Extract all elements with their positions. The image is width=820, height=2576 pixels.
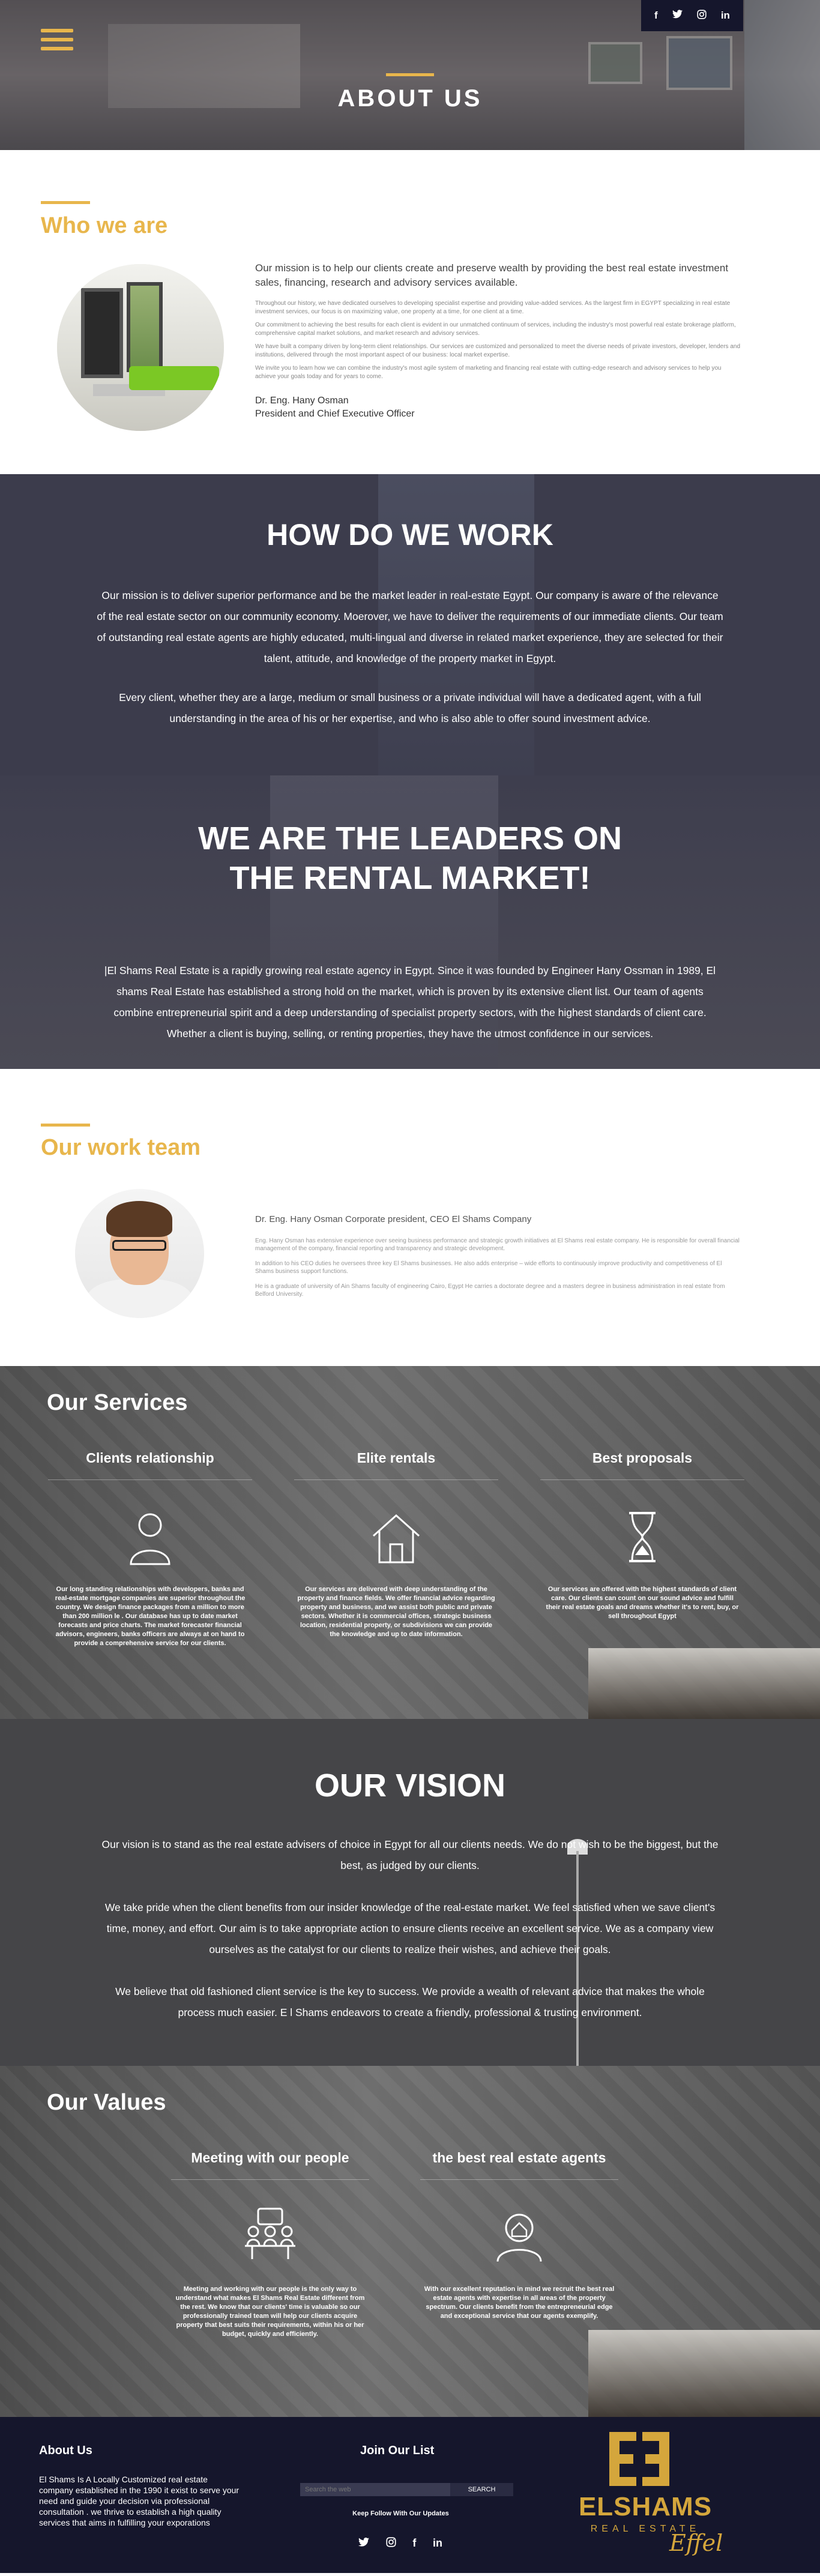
leaders-section: WE ARE THE LEADERS ON THE RENTAL MARKET! … [0,775,820,1069]
instagram-icon[interactable] [386,2537,396,2550]
section-heading: OUR VISION [314,1768,506,1804]
who-we-are-section: Who we are Our mission is to help our cl… [0,150,820,474]
instagram-icon[interactable] [697,9,707,22]
twitter-icon[interactable] [358,2537,369,2550]
service-text: Our services are delivered with deep und… [297,1586,495,1638]
service-title: Best proposals [540,1450,744,1480]
value-title: Meeting with our people [171,2150,369,2180]
section-accent-bar [41,201,90,204]
value-title: the best real estate agents [420,2150,618,2180]
service-text: Our long standing relationships with dev… [55,1586,246,1647]
service-card: Best proposals Our services are offered … [540,1450,744,1621]
section-heading: Our Services [47,1390,188,1415]
section-heading: Who we are [41,213,168,238]
values-section: Our Values Meeting with our people Meeti… [0,2066,820,2417]
newsletter-search-button[interactable]: SEARCH [450,2483,513,2496]
paragraph: Our vision is to stand as the real estat… [101,1838,719,1871]
footer-social: f in [358,2537,442,2550]
paragraph: We believe that old fashioned client ser… [115,1985,705,2018]
paragraph: Our mission is to deliver superior perfo… [97,589,723,664]
footer: About Us El Shams Is A Locally Customize… [0,2417,820,2573]
footer-join-heading: Join Our List [360,2444,435,2457]
service-card: Clients relationship Our long standing r… [48,1450,252,1648]
twitter-icon[interactable] [672,10,683,22]
heading-line: THE RENTAL MARKET! [229,860,591,896]
paragraph: Our commitment to achieving the best res… [255,322,736,337]
section-accent-bar [41,1124,90,1127]
paragraph: We take pride when the client benefits f… [104,1901,716,1955]
house-icon [366,1507,426,1567]
linkedin-icon[interactable]: in [721,10,730,22]
service-title: Elite rentals [294,1450,498,1480]
footer-about-text: El Shams Is A Locally Customized real es… [39,2475,240,2527]
team-text: Dr. Eng. Hany Osman Corporate president,… [255,1213,741,1305]
ceo-photo [75,1189,204,1318]
meeting-icon [240,2204,300,2264]
follow-caption: Keep Follow With Our Updates [352,2510,449,2517]
value-text: With our excellent reputation in mind we… [424,2286,615,2320]
linkedin-icon[interactable]: in [433,2537,442,2550]
logo-name: ELSHAMS [578,2492,713,2521]
person-icon [120,1507,180,1567]
page-title: ABOUT US [337,85,483,112]
social-bar: f in [641,0,743,31]
footer-about-heading: About Us [39,2444,92,2457]
section-heading: WE ARE THE LEADERS ON THE RENTAL MARKET! [0,819,820,898]
facebook-icon[interactable]: f [654,10,658,22]
agent-icon [489,2204,549,2264]
service-text: Our services are offered with the highes… [546,1586,739,1620]
logo-script: Effel [669,2530,723,2556]
service-title: Clients relationship [48,1450,252,1480]
mission-lead: Our mission is to help our clients creat… [255,262,729,288]
menu-icon[interactable] [41,29,73,56]
services-section: Our Services Clients relationship Our lo… [0,1366,820,1719]
hero-banner: f in ABOUT US [0,0,820,150]
newsletter-input[interactable] [300,2483,450,2496]
service-card: Elite rentals Our services are delivered… [294,1450,498,1639]
heading-line: WE ARE THE LEADERS ON [197,820,623,856]
ceo-title: Dr. Eng. Hany Osman Corporate president,… [255,1214,532,1224]
section-heading: Our Values [47,2090,166,2115]
who-we-are-text: Our mission is to help our clients creat… [255,261,741,421]
background-bedroom [588,1648,820,1719]
value-text: Meeting and working with our people is t… [175,2286,365,2338]
paragraph: In addition to his CEO duties he oversee… [255,1260,722,1275]
background-bedroom [588,2330,820,2417]
paragraph: We invite you to learn how we can combin… [255,365,722,380]
paragraph: Throughout our history, we have dedicate… [255,300,731,315]
signature-title: President and Chief Executive Officer [255,409,415,419]
work-team-section: Our work team Dr. Eng. Hany Osman Corpor… [0,1069,820,1366]
paragraph: Eng. Hany Osman has extensive experience… [255,1238,740,1252]
interior-photo [57,264,224,431]
facebook-icon[interactable]: f [412,2537,416,2550]
section-heading: HOW DO WE WORK [267,518,553,552]
section-heading: Our work team [41,1135,201,1160]
logo-mark [606,2429,672,2489]
value-card: the best real estate agents With our exc… [420,2150,618,2321]
paragraph: Every client, whether they are a large, … [119,691,701,724]
vision-section: OUR VISION Our vision is to stand as the… [0,1719,820,2066]
elshams-logo: ELSHAMS REAL ESTATE Effel [564,2429,726,2561]
hourglass-icon [612,1507,672,1567]
paragraph: He is a graduate of university of Ain Sh… [255,1283,725,1298]
value-card: Meeting with our people Meeting and work… [171,2150,369,2339]
hero-accent-bar [386,73,434,76]
signature-name: Dr. Eng. Hany Osman [255,396,349,406]
paragraph: We have built a company driven by long-t… [255,343,741,358]
how-do-we-work-section: HOW DO WE WORK Our mission is to deliver… [0,474,820,775]
paragraph: |El Shams Real Estate is a rapidly growi… [104,964,716,1040]
